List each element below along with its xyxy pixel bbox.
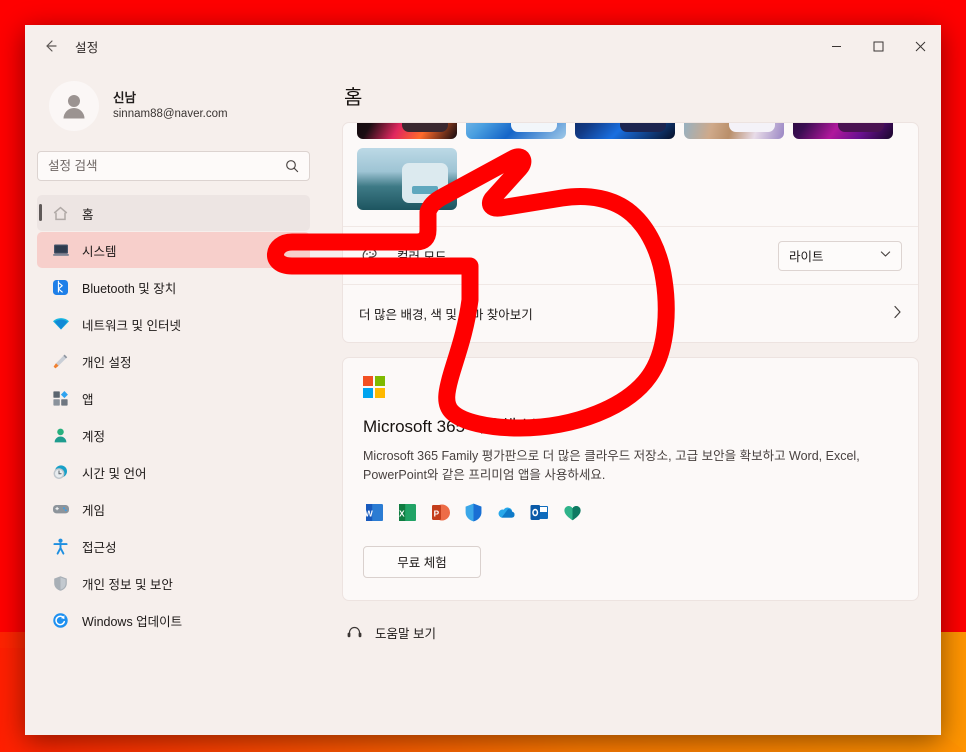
- microsoft-logo-icon: [363, 376, 385, 398]
- sidebar-item-home[interactable]: 홈: [37, 195, 310, 231]
- sidebar-item-time-language[interactable]: 시간 및 언어: [37, 454, 310, 490]
- theme-captured-dark[interactable]: [793, 123, 893, 139]
- sidebar-item-label: Bluetooth 및 장치: [82, 281, 177, 296]
- svg-text:W: W: [365, 510, 373, 519]
- color-mode-dropdown[interactable]: 라이트: [778, 240, 902, 271]
- system-monitor-icon: [51, 241, 70, 260]
- theme-bloom-dark[interactable]: [575, 123, 675, 139]
- free-trial-button[interactable]: 무료 체험: [363, 545, 481, 578]
- sidebar-item-accessibility[interactable]: 접근성: [37, 528, 310, 564]
- theme-sunrise-light[interactable]: [357, 148, 457, 210]
- sidebar-item-apps[interactable]: 앱: [37, 380, 310, 416]
- help-question-icon: [346, 624, 363, 641]
- microsoft365-title: Microsoft 365 사용해 보기: [363, 417, 553, 436]
- sidebar-item-label: 시간 및 언어: [82, 466, 147, 481]
- account-block[interactable]: 신남 sinnam88@naver.com: [37, 67, 310, 141]
- word-icon: W: [363, 502, 385, 524]
- excel-icon: X: [396, 502, 418, 524]
- sidebar-item-label: 계정: [82, 429, 106, 444]
- update-refresh-icon: [51, 611, 70, 630]
- sidebar-item-privacy-security[interactable]: 개인 정보 및 보안: [37, 565, 310, 601]
- sidebar-item-label: 네트워크 및 인터넷: [82, 318, 181, 333]
- clock-globe-icon: [51, 463, 70, 482]
- account-name: 신남: [113, 90, 137, 105]
- window-controls: [815, 25, 941, 67]
- microsoft365-description: Microsoft 365 Family 평가판으로 더 많은 클라우드 저장소…: [363, 449, 860, 483]
- desktop-background: 설정 신남 sinnam88@naver.com 설정 검색 홈 시스템 Blu…: [0, 0, 966, 752]
- personalization-card: 컬러 모드 라이트 더 많은 배경, 색 및 테마 찾아보기: [342, 122, 919, 343]
- settings-window: 설정 신남 sinnam88@naver.com 설정 검색 홈 시스템 Blu…: [25, 25, 941, 735]
- defender-icon: [462, 502, 484, 524]
- palette-icon: [359, 247, 381, 265]
- powerpoint-icon: P: [429, 502, 451, 524]
- sidebar-item-accounts[interactable]: 계정: [37, 417, 310, 453]
- close-icon[interactable]: [899, 25, 941, 67]
- account-person-icon: [51, 426, 70, 445]
- color-mode-row[interactable]: 컬러 모드 라이트: [343, 226, 918, 284]
- paintbrush-icon: [51, 352, 70, 371]
- search-icon: [285, 159, 299, 173]
- theme-glow-light[interactable]: [684, 123, 784, 139]
- sidebar-item-bluetooth[interactable]: Bluetooth 및 장치: [37, 269, 310, 305]
- microsoft365-card: Microsoft 365 사용해 보기 Microsoft 365 Famil…: [342, 357, 919, 601]
- theme-bloom-light[interactable]: [466, 123, 566, 139]
- help-label: 도움말 보기: [375, 626, 436, 641]
- sidebar-item-system[interactable]: 시스템: [37, 232, 310, 268]
- color-mode-label: 컬러 모드: [397, 250, 447, 264]
- sidebar-item-gaming[interactable]: 게임: [37, 491, 310, 527]
- svg-text:P: P: [433, 510, 439, 519]
- person-avatar-icon: [49, 81, 99, 131]
- page-title: 홈: [344, 87, 363, 109]
- color-mode-value: 라이트: [789, 250, 824, 264]
- sidebar-item-label: 시스템: [82, 244, 117, 259]
- sidebar: 신남 sinnam88@naver.com 설정 검색 홈 시스템 Blueto…: [25, 67, 322, 735]
- wifi-icon: [51, 315, 70, 334]
- microsoft365-app-icons: W X P: [363, 502, 898, 524]
- home-icon: [51, 204, 70, 223]
- window-body: 신남 sinnam88@naver.com 설정 검색 홈 시스템 Blueto…: [25, 67, 941, 735]
- sidebar-item-label: 접근성: [82, 540, 117, 555]
- sidebar-item-personalization[interactable]: 개인 설정: [37, 343, 310, 379]
- account-email: sinnam88@naver.com: [113, 107, 228, 120]
- sidebar-item-label: 앱: [82, 392, 94, 407]
- gamepad-icon: [51, 500, 70, 519]
- maximize-icon[interactable]: [857, 25, 899, 67]
- search-box[interactable]: [37, 151, 310, 181]
- window-title: 설정: [75, 40, 99, 55]
- sidebar-item-network[interactable]: 네트워크 및 인터넷: [37, 306, 310, 342]
- help-row[interactable]: 도움말 보기: [342, 615, 919, 642]
- back-arrow-icon[interactable]: [33, 31, 67, 61]
- apps-icon: [51, 389, 70, 408]
- bluetooth-icon: [51, 278, 70, 297]
- theme-flower-dark[interactable]: [357, 123, 457, 139]
- sidebar-item-label: 개인 정보 및 보안: [82, 577, 173, 592]
- family-safety-icon: [561, 502, 583, 524]
- browse-more-label: 더 많은 배경, 색 및 테마 찾아보기: [359, 308, 533, 322]
- outlook-icon: [528, 502, 550, 524]
- sidebar-item-label: 개인 설정: [82, 355, 132, 370]
- sidebar-item-label: Windows 업데이트: [82, 614, 183, 629]
- minimize-icon[interactable]: [815, 25, 857, 67]
- sidebar-item-windows-update[interactable]: Windows 업데이트: [37, 602, 310, 638]
- onedrive-icon: [495, 502, 517, 524]
- theme-thumbnail-grid: [343, 123, 918, 226]
- title-bar: 설정: [25, 25, 941, 67]
- svg-text:X: X: [399, 510, 405, 519]
- sidebar-item-label: 게임: [82, 503, 106, 518]
- chevron-down-icon: [880, 250, 891, 261]
- sidebar-item-label: 홈: [82, 207, 94, 222]
- chevron-right-icon: [893, 305, 902, 322]
- shield-icon: [51, 574, 70, 593]
- search-input[interactable]: [48, 159, 285, 173]
- main-content: 홈 컬러 모드 라이트 더 많은 배경, 색 및 테마 찾아보기 Microso…: [322, 67, 941, 735]
- accessibility-person-icon: [51, 537, 70, 556]
- browse-more-row[interactable]: 더 많은 배경, 색 및 테마 찾아보기: [343, 284, 918, 342]
